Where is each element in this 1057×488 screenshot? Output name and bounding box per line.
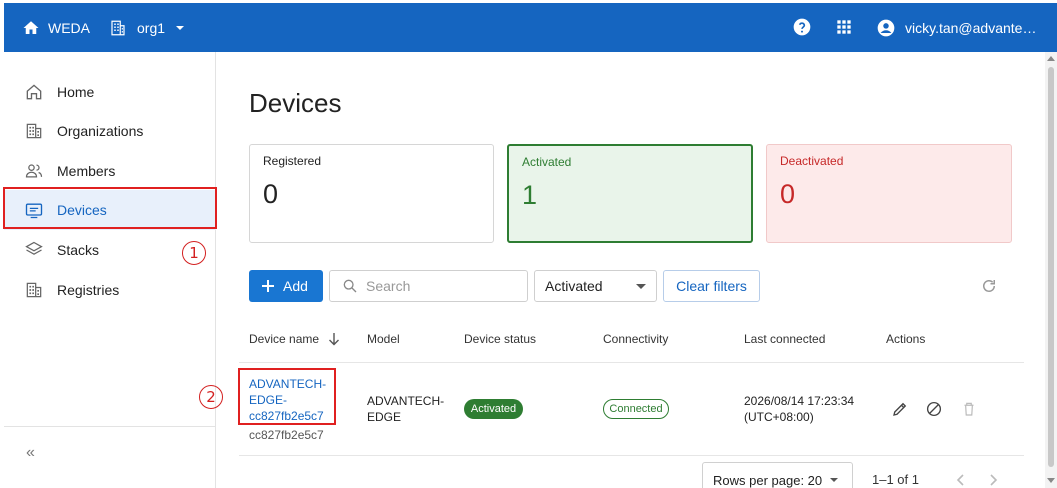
home-icon bbox=[23, 20, 39, 34]
help-icon[interactable] bbox=[792, 17, 812, 37]
edit-pencil-icon[interactable] bbox=[891, 400, 909, 418]
home-icon bbox=[26, 84, 42, 100]
column-header-last-connected: Last connected bbox=[744, 332, 826, 346]
sidebar-item-label: Organizations bbox=[57, 123, 144, 139]
chevron-down-icon bbox=[830, 478, 838, 482]
layers-icon bbox=[25, 241, 43, 255]
main-content: Devices Registered 0 Activated 1 Deactiv… bbox=[217, 52, 1057, 488]
page-title: Devices bbox=[249, 88, 342, 118]
building-icon bbox=[111, 20, 125, 35]
refresh-icon[interactable] bbox=[980, 277, 998, 295]
column-header-device-name[interactable]: Device name bbox=[249, 332, 340, 346]
add-button-label: Add bbox=[283, 278, 308, 294]
home-link[interactable]: WEDA bbox=[22, 3, 90, 52]
status-filter-select[interactable]: Activated bbox=[534, 270, 657, 302]
account-icon bbox=[877, 19, 895, 36]
devices-highlight-box bbox=[3, 187, 217, 229]
deactivated-label: Deactivated bbox=[780, 154, 844, 168]
search-icon bbox=[343, 279, 357, 293]
top-app-bar: WEDA org1 vicky.tan@advantech.com bbox=[4, 3, 1057, 52]
caret-down-icon bbox=[176, 25, 185, 30]
building-icon bbox=[26, 282, 42, 298]
deactivated-card[interactable]: Deactivated 0 bbox=[766, 144, 1012, 243]
pagination-range: 1–1 of 1 bbox=[872, 472, 919, 487]
registered-label: Registered bbox=[263, 154, 322, 168]
delete-trash-icon[interactable] bbox=[960, 400, 978, 418]
scroll-down-arrow-icon[interactable] bbox=[1047, 478, 1055, 483]
status-filter-value: Activated bbox=[545, 278, 603, 294]
sidebar-item-members[interactable]: Members bbox=[4, 151, 216, 191]
row-divider bbox=[239, 455, 1024, 456]
device-id: cc827fb2e5c7 bbox=[249, 428, 324, 442]
activated-count: 1 bbox=[522, 180, 538, 210]
sidebar: Home Organizations Members Devices Stack… bbox=[4, 52, 216, 488]
step-marker-1: 1 bbox=[182, 241, 206, 265]
sidebar-item-home[interactable]: Home bbox=[4, 72, 216, 112]
registered-card[interactable]: Registered 0 bbox=[249, 144, 494, 243]
sidebar-item-label: Members bbox=[57, 163, 116, 179]
device-status-badge: Activated bbox=[464, 399, 523, 419]
activated-card[interactable]: Activated 1 bbox=[507, 144, 753, 243]
apps-grid-icon[interactable] bbox=[834, 17, 854, 37]
scrollbar-thumb[interactable] bbox=[1048, 67, 1054, 467]
user-email: vicky.tan@advantech.com bbox=[905, 19, 1041, 36]
add-device-button[interactable]: Add bbox=[249, 270, 323, 302]
plus-icon bbox=[262, 280, 274, 292]
search-input[interactable] bbox=[366, 278, 516, 294]
org-selector[interactable]: org1 bbox=[109, 3, 185, 52]
rows-per-page-select[interactable]: Rows per page: 20 bbox=[702, 462, 853, 488]
members-icon bbox=[25, 164, 43, 178]
prev-page-icon[interactable] bbox=[955, 473, 967, 487]
deactivate-icon[interactable] bbox=[925, 400, 943, 418]
sidebar-divider bbox=[4, 426, 216, 427]
page-scrollbar[interactable] bbox=[1045, 52, 1057, 488]
sidebar-item-organizations[interactable]: Organizations bbox=[4, 111, 216, 151]
user-menu[interactable]: vicky.tan@advantech.com bbox=[876, 3, 1046, 52]
sort-arrow-down-icon[interactable] bbox=[328, 332, 340, 346]
device-name-highlight-box bbox=[238, 368, 336, 425]
header-divider bbox=[239, 362, 1024, 363]
app-name: WEDA bbox=[48, 19, 90, 36]
scroll-up-arrow-icon[interactable] bbox=[1047, 56, 1055, 61]
column-header-model: Model bbox=[367, 332, 400, 346]
search-box[interactable] bbox=[329, 270, 528, 302]
building-icon bbox=[26, 123, 42, 139]
sidebar-item-label: Registries bbox=[57, 282, 120, 298]
clear-filters-button[interactable]: Clear filters bbox=[663, 270, 760, 302]
device-model: ADVANTECH-EDGE bbox=[367, 394, 445, 424]
sidebar-item-label: Stacks bbox=[57, 242, 100, 258]
org-name: org1 bbox=[137, 19, 166, 36]
registered-count: 0 bbox=[263, 179, 279, 209]
deactivated-count: 0 bbox=[780, 179, 796, 209]
last-connected-time: 2026/08/14 17:23:34 (UTC+08:00) bbox=[744, 394, 855, 424]
activated-label: Activated bbox=[522, 155, 572, 169]
column-header-actions: Actions bbox=[886, 332, 926, 346]
column-header-connectivity: Connectivity bbox=[603, 332, 669, 346]
sidebar-item-label: Home bbox=[57, 84, 95, 100]
connectivity-badge: Connected bbox=[603, 399, 669, 419]
column-header-device-status: Device status bbox=[464, 332, 537, 346]
sidebar-item-registries[interactable]: Registries bbox=[4, 270, 216, 310]
chevron-down-icon bbox=[636, 284, 646, 289]
collapse-sidebar-button[interactable]: « bbox=[26, 444, 35, 462]
next-page-icon[interactable] bbox=[987, 473, 999, 487]
